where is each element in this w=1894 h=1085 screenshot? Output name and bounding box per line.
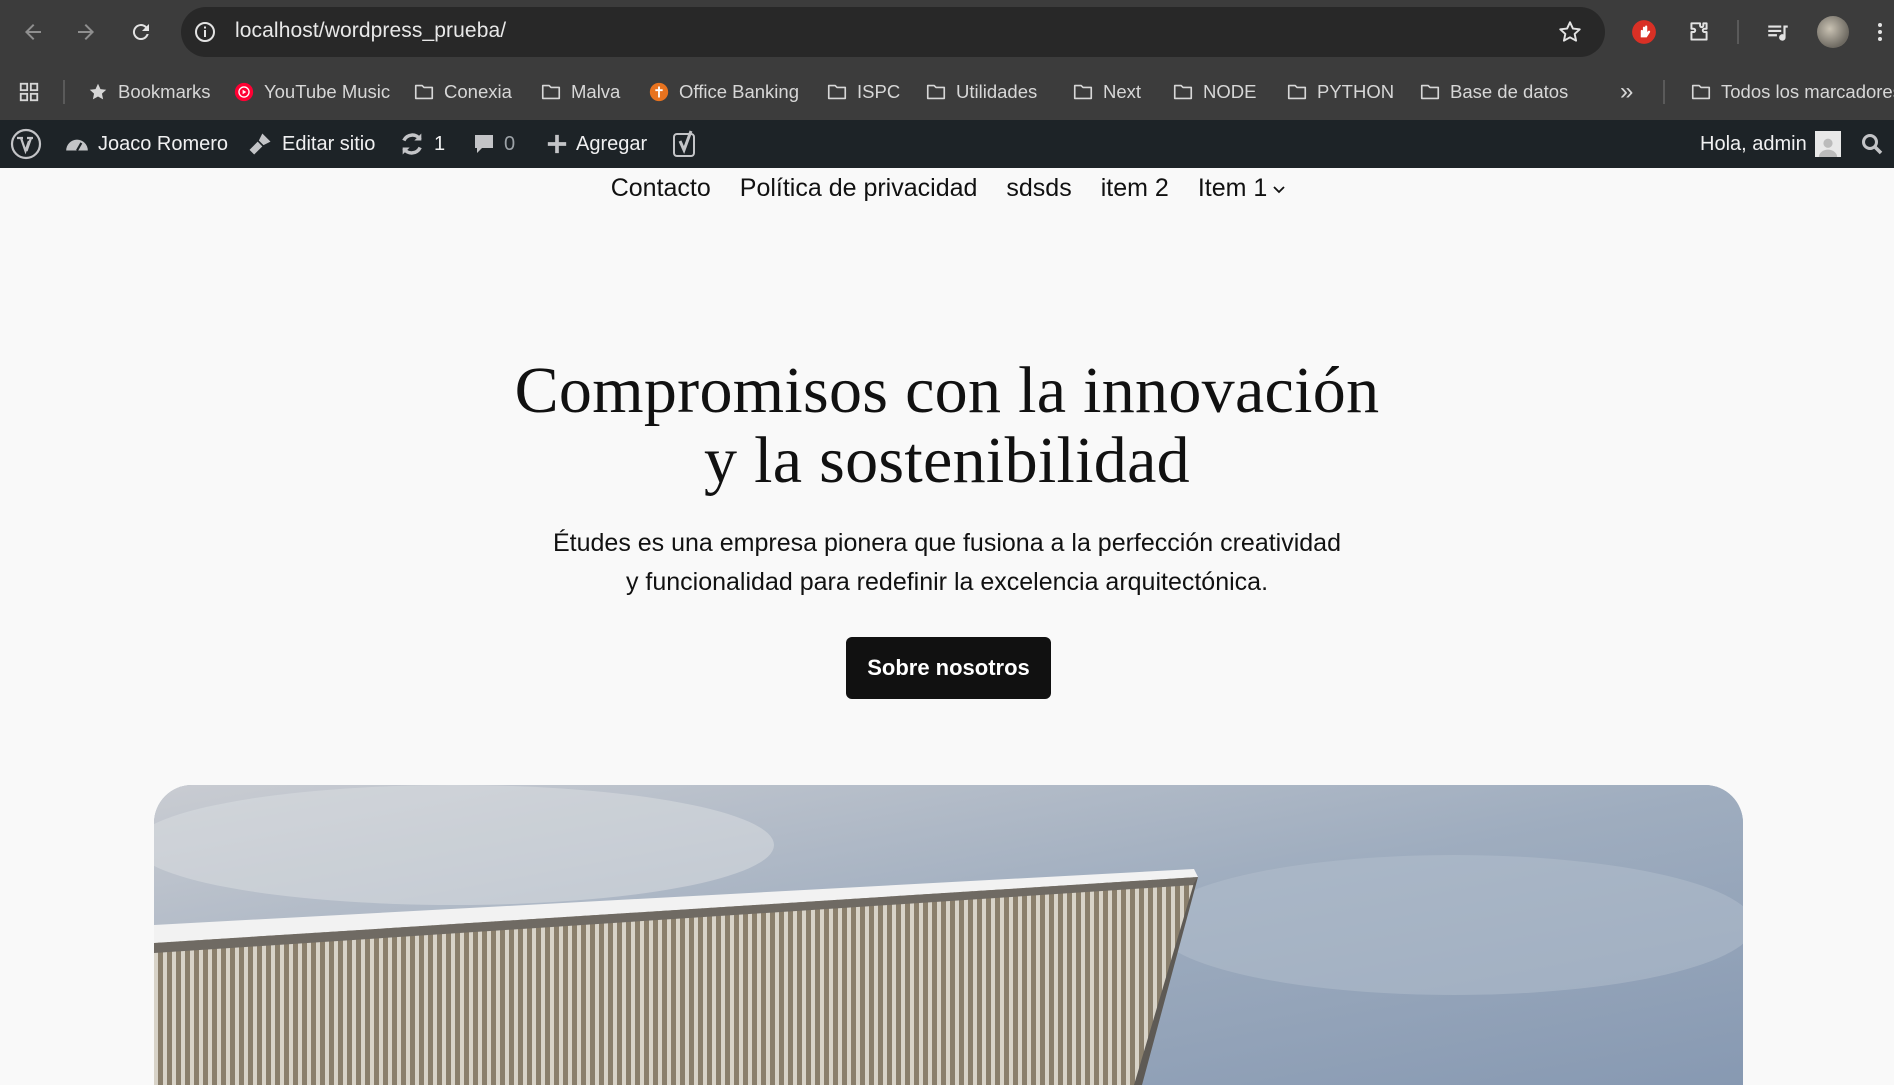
add-new-menu[interactable]: Agregar	[546, 120, 647, 168]
hero-description-line-2: y funcionalidad para redefinir la excele…	[625, 568, 1269, 596]
bookmark-folder-conexia[interactable]: Conexia	[413, 78, 512, 106]
nav-link-contacto[interactable]: Contacto	[611, 174, 711, 203]
browser-toolbar: localhost/wordpress_prueba/	[0, 0, 1894, 64]
extensions-icon[interactable]	[1683, 16, 1715, 48]
user-silhouette-icon	[1818, 138, 1837, 157]
bookmark-folder-ispc[interactable]: ISPC	[826, 78, 900, 106]
bookmark-youtube-music[interactable]: YouTube Music	[233, 78, 390, 106]
hero-heading-line-1: Compromisos con la innovación	[514, 354, 1380, 427]
reload-button[interactable]	[123, 14, 159, 50]
folder-icon	[1691, 84, 1711, 100]
bookmark-office-banking[interactable]: Office Banking	[648, 78, 799, 106]
back-button[interactable]	[15, 14, 51, 50]
site-info-icon[interactable]	[193, 20, 217, 44]
folder-icon	[541, 84, 561, 100]
about-us-button[interactable]: Sobre nosotros	[846, 637, 1051, 699]
wordpress-menu[interactable]	[10, 120, 42, 168]
yoast-seo-menu[interactable]	[672, 120, 702, 168]
office-banking-icon	[649, 82, 669, 102]
site-name-menu[interactable]: Joaco Romero	[64, 120, 228, 168]
dashboard-gauge-icon	[66, 139, 88, 152]
bookmark-folder-python[interactable]: PYTHON	[1286, 78, 1394, 106]
star-icon	[89, 83, 107, 100]
user-avatar	[1814, 131, 1841, 157]
url-text[interactable]: localhost/wordpress_prueba/	[235, 19, 506, 43]
my-account-menu[interactable]: Hola, admin	[1700, 120, 1841, 168]
search-toggle[interactable]	[1860, 120, 1884, 168]
nav-link-sdsds[interactable]: sdsds	[1006, 174, 1071, 203]
folder-icon	[1173, 84, 1193, 100]
site-navigation: Contacto Política de privacidad sdsds it…	[0, 174, 1894, 203]
chevron-down-icon	[1273, 185, 1285, 193]
folder-icon	[1287, 84, 1307, 100]
bookmark-folder-node[interactable]: NODE	[1172, 78, 1256, 106]
youtube-music-icon	[234, 82, 254, 102]
page-content: Contacto Política de privacidad sdsds it…	[0, 168, 1894, 1085]
arrow-left-icon	[25, 24, 41, 40]
hero-description: Études es una empresa pionera que fusion…	[0, 524, 1894, 602]
comments-link[interactable]: 0	[472, 120, 515, 168]
folder-icon	[827, 84, 847, 100]
media-controls-icon[interactable]	[1762, 16, 1794, 48]
bookmarks-overflow-button[interactable]: »	[1620, 78, 1633, 106]
hero-description-line-1: Études es una empresa pionera que fusion…	[552, 529, 1341, 557]
updates-link[interactable]: 1	[398, 120, 445, 168]
brush-icon	[249, 133, 271, 155]
hero-architecture-image	[154, 785, 1743, 1085]
bookmark-folder-malva[interactable]: Malva	[540, 78, 620, 106]
nav-link-politica-privacidad[interactable]: Política de privacidad	[740, 174, 978, 203]
folder-icon	[1420, 84, 1440, 100]
hero-heading-line-2: y la sostenibilidad	[704, 424, 1190, 497]
bookmarks-bar: Bookmarks YouTube Music Conexia Malva Of…	[0, 64, 1894, 120]
bookmark-folder-next[interactable]: Next	[1072, 78, 1141, 106]
toolbar-divider	[1737, 20, 1739, 44]
bookmark-folder-utilidades[interactable]: Utilidades	[925, 78, 1037, 106]
nav-link-item-2[interactable]: item 2	[1101, 174, 1169, 203]
forward-button[interactable]	[68, 14, 104, 50]
bookmark-star-icon[interactable]	[1557, 19, 1583, 45]
arrow-right-icon	[78, 24, 94, 40]
nav-link-item-1[interactable]: Item 1	[1198, 174, 1287, 203]
nav-link-item-1-label: Item 1	[1197, 174, 1268, 202]
folder-icon	[414, 84, 434, 100]
menu-kebab-icon[interactable]	[1870, 16, 1890, 48]
bookmark-folder-base-de-datos[interactable]: Base de datos	[1419, 78, 1568, 106]
profile-avatar[interactable]	[1817, 16, 1849, 48]
building-canopy-illustration	[154, 785, 1743, 1085]
wp-admin-bar: Joaco Romero Editar sitio 1 0 Agregar Ho…	[0, 120, 1894, 168]
bookmarks-divider	[1663, 80, 1665, 104]
address-bar[interactable]: localhost/wordpress_prueba/	[181, 7, 1605, 57]
hero-heading: Compromisos con la innovación y la soste…	[0, 356, 1894, 496]
reload-icon	[132, 24, 149, 41]
apps-grid-button[interactable]	[18, 78, 40, 106]
yoast-logo-icon	[673, 130, 695, 157]
chevron-double-right-icon: »	[1620, 78, 1634, 105]
all-bookmarks-folder[interactable]: Todos los marcadores	[1690, 78, 1894, 106]
updates-refresh-icon	[402, 133, 422, 155]
search-icon	[1862, 134, 1883, 155]
extension-red-hand-icon[interactable]	[1628, 16, 1660, 48]
comment-bubble-icon	[475, 135, 493, 153]
bookmark-bookmarks[interactable]: Bookmarks	[87, 78, 211, 106]
folder-icon	[926, 84, 946, 100]
bookmarks-divider	[63, 80, 65, 104]
folder-icon	[1073, 84, 1093, 100]
apps-grid-icon	[19, 82, 39, 102]
wordpress-logo-icon	[10, 128, 42, 160]
plus-icon	[547, 134, 567, 154]
edit-site-link[interactable]: Editar sitio	[246, 120, 375, 168]
